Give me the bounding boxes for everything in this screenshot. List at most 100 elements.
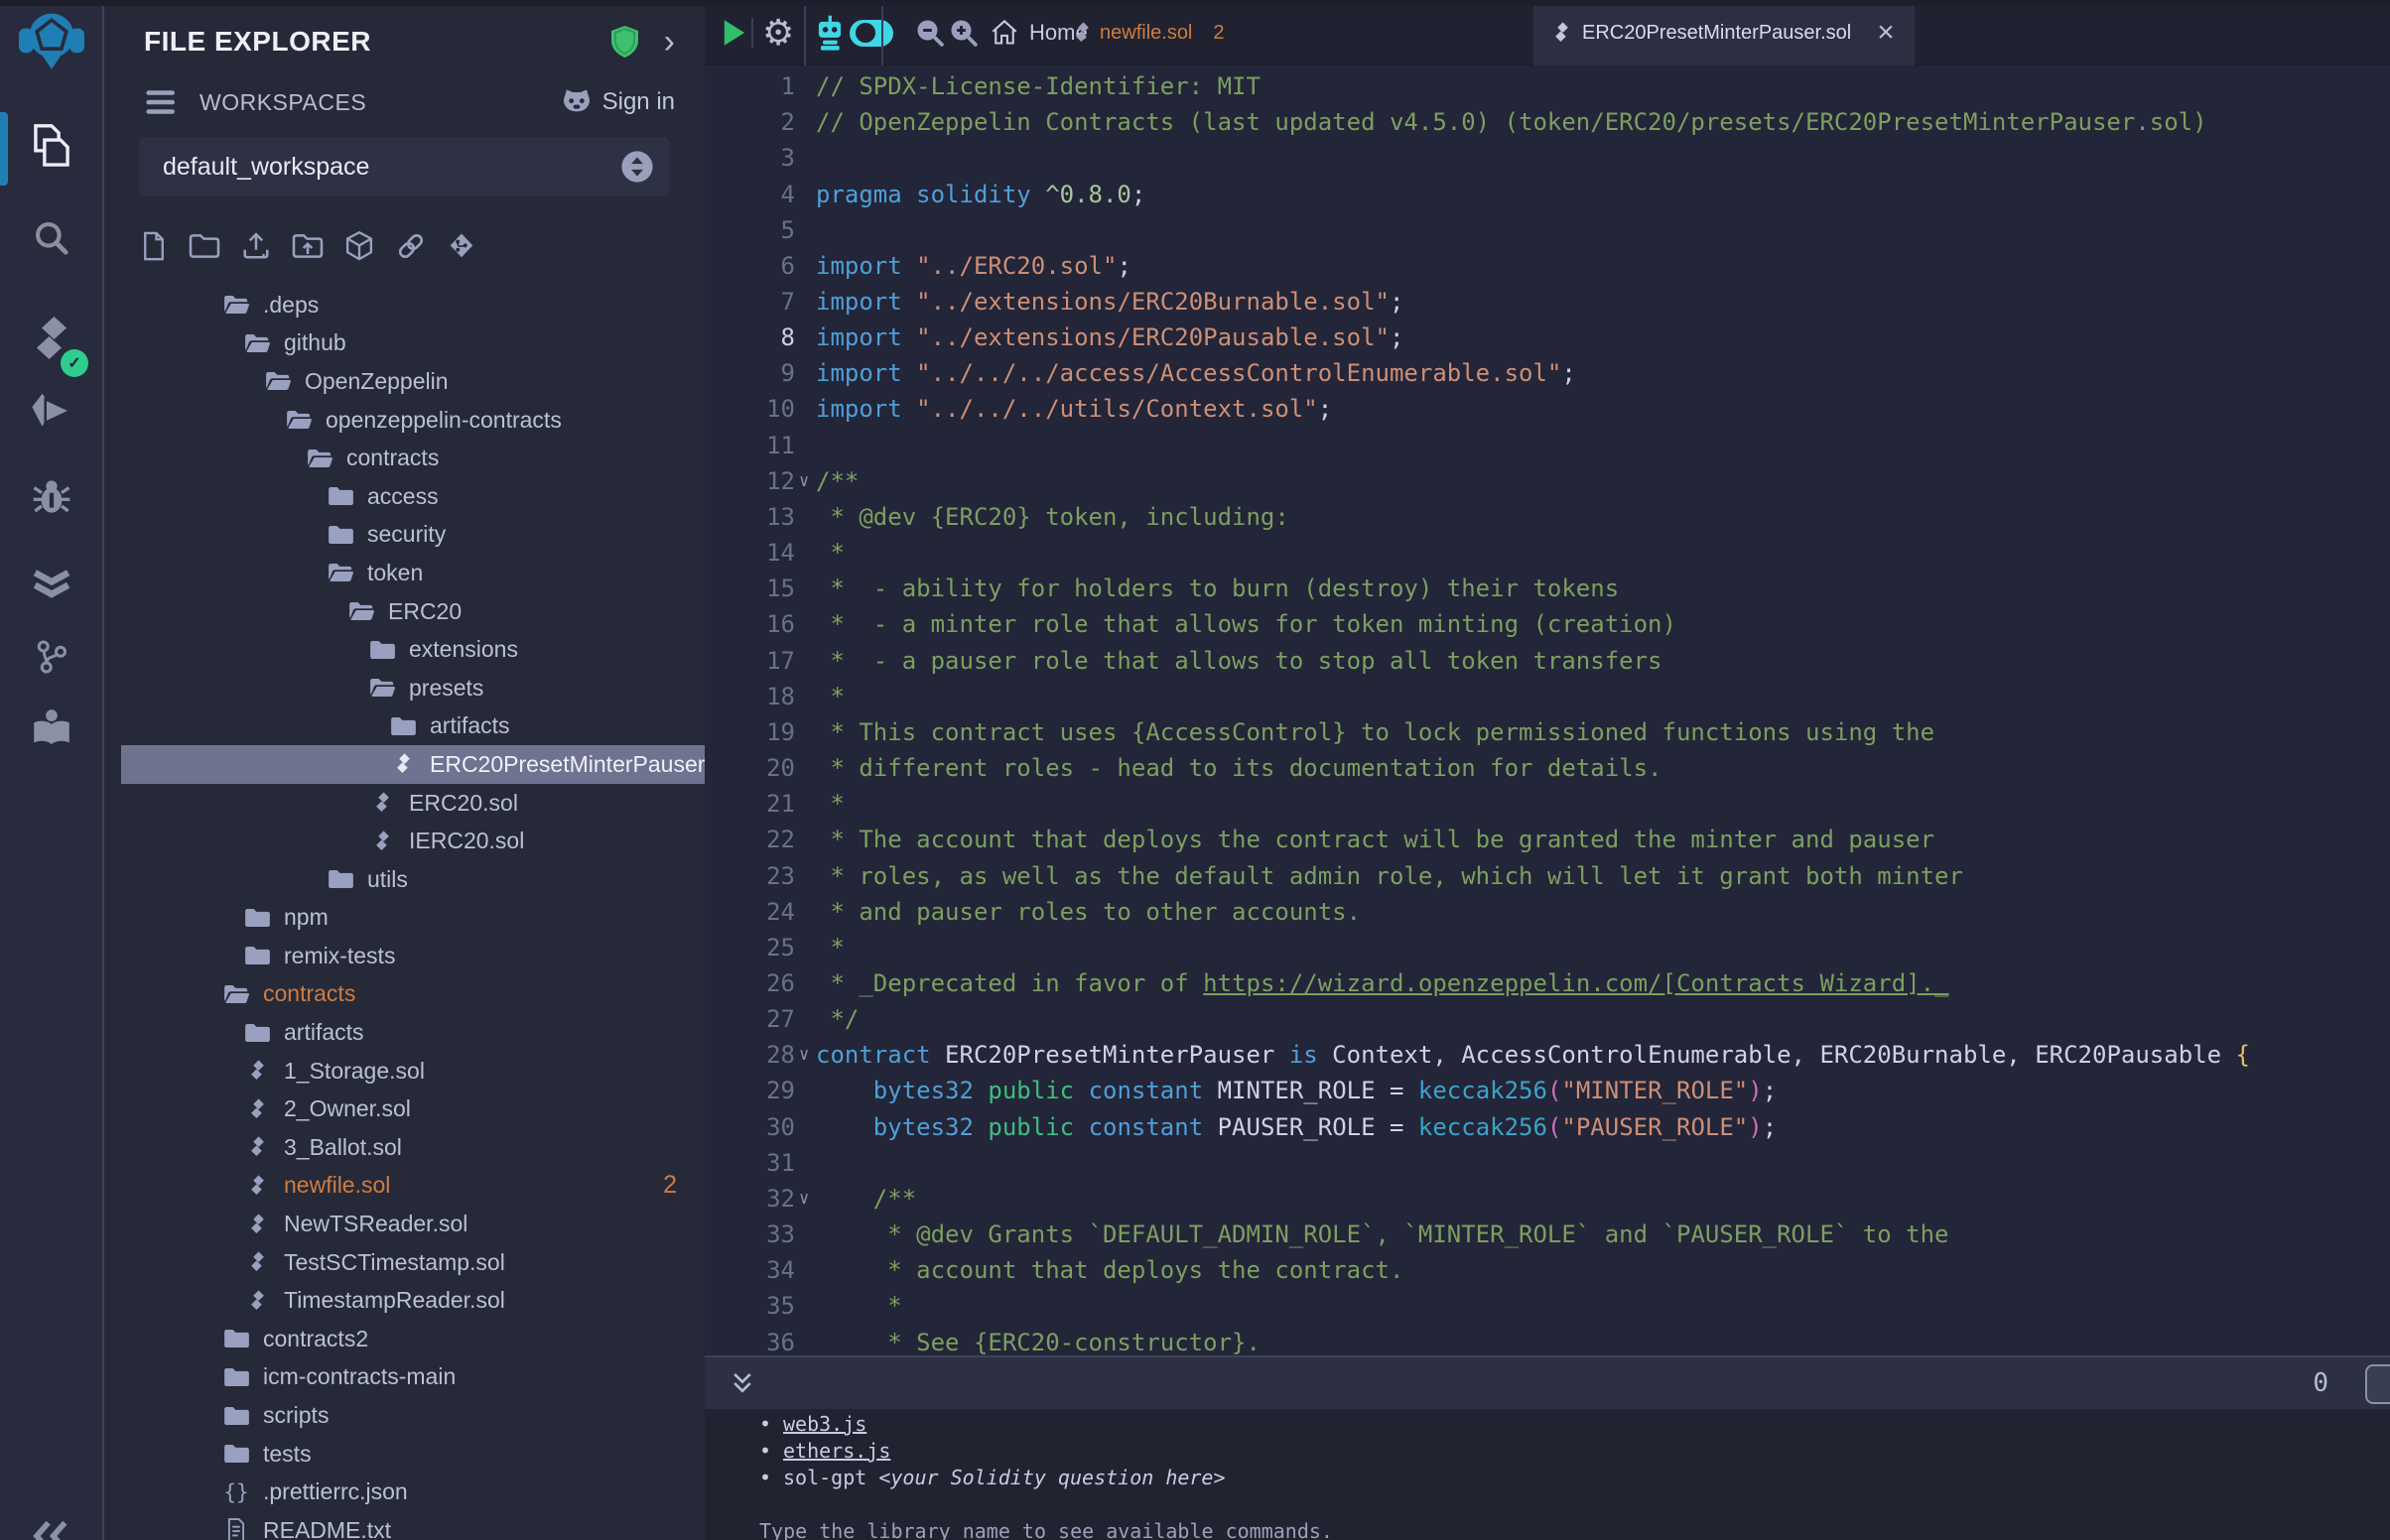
code-line-32[interactable]: 32∨ /** — [705, 1181, 2390, 1217]
code-line-35[interactable]: 35 * — [705, 1288, 2390, 1324]
tree-item-openzeppelin[interactable]: OpenZeppelin — [104, 362, 705, 401]
code-line-4[interactable]: 4pragma solidity ^0.8.0; — [705, 176, 2390, 211]
fold-chevron-icon[interactable]: ∨ — [795, 471, 816, 491]
code-line-10[interactable]: 10import "../../../utils/Context.sol"; — [705, 391, 2390, 427]
tree-item-contracts2[interactable]: contracts2 — [104, 1320, 705, 1358]
code-line-28[interactable]: 28∨contract ERC20PresetMinterPauser is C… — [705, 1037, 2390, 1073]
sign-in-button[interactable]: Sign in — [561, 88, 675, 116]
tree-item-scripts[interactable]: scripts — [104, 1396, 705, 1435]
code-line-17[interactable]: 17 * - a pauser role that allows to stop… — [705, 643, 2390, 679]
code-line-8[interactable]: 8import "../extensions/ERC20Pausable.sol… — [705, 320, 2390, 355]
create-box-icon[interactable] — [344, 231, 374, 261]
code-line-13[interactable]: 13 * @dev {ERC20} token, including: — [705, 499, 2390, 535]
tree-item-extensions[interactable]: extensions — [104, 630, 705, 669]
terminal-listen-checkbox[interactable] — [2365, 1364, 2390, 1404]
code-line-18[interactable]: 18 * — [705, 679, 2390, 714]
code-line-5[interactable]: 5 — [705, 212, 2390, 248]
collapse-terminal-icon[interactable] — [730, 1371, 755, 1395]
code-line-15[interactable]: 15 * - ability for holders to burn (dest… — [705, 571, 2390, 606]
workspace-select[interactable]: default_workspace — [139, 137, 670, 196]
rail-item-file-explorer[interactable] — [0, 121, 102, 177]
link-external-icon[interactable] — [395, 231, 427, 261]
code-line-36[interactable]: 36 * See {ERC20-constructor}. — [705, 1324, 2390, 1355]
tree-item-3-ballot-sol[interactable]: 3_Ballot.sol — [104, 1128, 705, 1167]
tree-item-readme-txt[interactable]: README.txt — [104, 1511, 705, 1540]
tree-item-tests[interactable]: tests — [104, 1435, 705, 1474]
code-line-25[interactable]: 25 * — [705, 930, 2390, 965]
new-folder-icon[interactable] — [189, 232, 220, 260]
tree-item-contracts[interactable]: contracts — [104, 439, 705, 477]
tree-item-ierc20-sol[interactable]: IERC20.sol — [104, 822, 705, 860]
tree-item-npm[interactable]: npm — [104, 899, 705, 938]
code-line-6[interactable]: 6import "../ERC20.sol"; — [705, 248, 2390, 284]
rail-item-bottom-more[interactable] — [0, 1508, 102, 1540]
code-line-3[interactable]: 3 — [705, 140, 2390, 176]
code-line-20[interactable]: 20 * different roles - head to its docum… — [705, 750, 2390, 786]
rail-item-deploy-and-run[interactable] — [0, 383, 102, 439]
terminal-link[interactable]: web3.js — [783, 1412, 866, 1436]
code-line-16[interactable]: 16 * - a minter role that allows for tok… — [705, 606, 2390, 642]
tab-erc20-preset-minter-pauser-sol[interactable]: ERC20PresetMinterPauser.sol × — [1533, 0, 1915, 65]
rail-item-debugger[interactable] — [0, 468, 102, 524]
ai-copilot-toggle[interactable] — [850, 0, 893, 65]
tab-newfile-sol[interactable]: newfile.sol 2 — [1074, 0, 1225, 65]
workspaces-menu-icon[interactable] — [146, 89, 178, 115]
upload-file-icon[interactable] — [241, 231, 271, 261]
tree-item-access[interactable]: access — [104, 477, 705, 516]
tree-item-remix-tests[interactable]: remix-tests — [104, 937, 705, 975]
tree-item-utils[interactable]: utils — [104, 860, 705, 899]
tree-item-newfile-sol[interactable]: newfile.sol2 — [104, 1167, 705, 1206]
upload-folder-icon[interactable] — [292, 232, 324, 260]
code-line-33[interactable]: 33 * @dev Grants `DEFAULT_ADMIN_ROLE`, `… — [705, 1217, 2390, 1252]
expand-panel-chevron-icon[interactable]: › — [664, 32, 675, 52]
tree-item-deps[interactable]: .deps — [104, 286, 705, 324]
run-button[interactable] — [723, 0, 746, 65]
fold-chevron-icon[interactable]: ∨ — [795, 1045, 816, 1065]
tree-item-2-owner-sol[interactable]: 2_Owner.sol — [104, 1090, 705, 1128]
rail-item-solidity-compiler[interactable]: ✓ — [0, 314, 102, 369]
fold-chevron-icon[interactable]: ∨ — [795, 1189, 816, 1209]
code-line-12[interactable]: 12∨/** — [705, 463, 2390, 499]
script-config-gear-icon[interactable]: ⚙ — [762, 0, 794, 65]
tree-item-testsctimestamp-sol[interactable]: TestSCTimestamp.sol — [104, 1243, 705, 1282]
tree-item-github[interactable]: github — [104, 324, 705, 363]
remix-logo-icon[interactable] — [0, 10, 102, 79]
rail-item-learneth[interactable] — [0, 701, 102, 756]
code-line-22[interactable]: 22 * The account that deploys the contra… — [705, 822, 2390, 857]
tree-item-artifacts[interactable]: artifacts — [104, 707, 705, 746]
tree-item-timestampreader-sol[interactable]: TimestampReader.sol — [104, 1281, 705, 1320]
close-tab-icon[interactable]: × — [1877, 23, 1895, 43]
code-line-1[interactable]: 1// SPDX-License-Identifier: MIT — [705, 68, 2390, 104]
rail-item-solidity-unit-testing[interactable] — [0, 556, 102, 611]
ai-copilot-robot-icon[interactable] — [814, 0, 846, 65]
terminal-output[interactable]: •web3.js•ethers.js•sol-gpt <your Solidit… — [705, 1409, 2390, 1540]
tree-item-openzeppelin-contracts[interactable]: openzeppelin-contracts — [104, 401, 705, 440]
code-line-21[interactable]: 21 * — [705, 786, 2390, 822]
tree-item-erc20-sol[interactable]: ERC20.sol — [104, 784, 705, 823]
zoom-out-button[interactable] — [915, 0, 945, 65]
code-line-23[interactable]: 23 * roles, as well as the default admin… — [705, 857, 2390, 893]
code-line-7[interactable]: 7import "../extensions/ERC20Burnable.sol… — [705, 284, 2390, 320]
code-line-24[interactable]: 24 * and pauser roles to other accounts. — [705, 894, 2390, 930]
tree-item-token[interactable]: token — [104, 554, 705, 592]
new-file-icon[interactable] — [140, 231, 168, 261]
clone-git-icon[interactable] — [448, 231, 475, 261]
tree-item-prettierrc-json[interactable]: {}.prettierrc.json — [104, 1473, 705, 1511]
code-line-19[interactable]: 19 * This contract uses {AccessControl} … — [705, 714, 2390, 750]
rail-item-git[interactable] — [0, 629, 102, 685]
code-line-26[interactable]: 26 * _Deprecated in favor of https://wiz… — [705, 965, 2390, 1001]
code-editor[interactable]: 1// SPDX-License-Identifier: MIT2// Open… — [705, 65, 2390, 1355]
tree-item-erc20presetminterpauser[interactable]: ERC20PresetMinterPauser... — [121, 745, 705, 784]
terminal-link[interactable]: ethers.js — [783, 1439, 890, 1463]
code-line-31[interactable]: 31 — [705, 1145, 2390, 1181]
code-line-30[interactable]: 30 bytes32 public constant PAUSER_ROLE =… — [705, 1109, 2390, 1145]
tree-item-newtsreader-sol[interactable]: NewTSReader.sol — [104, 1205, 705, 1243]
rail-item-search[interactable] — [0, 210, 102, 266]
tree-item-1-storage-sol[interactable]: 1_Storage.sol — [104, 1052, 705, 1091]
zoom-in-button[interactable] — [949, 0, 979, 65]
code-line-2[interactable]: 2// OpenZeppelin Contracts (last updated… — [705, 104, 2390, 140]
tree-item-erc20[interactable]: ERC20 — [104, 592, 705, 631]
code-line-14[interactable]: 14 * — [705, 535, 2390, 571]
code-line-34[interactable]: 34 * account that deploys the contract. — [705, 1252, 2390, 1288]
tree-item-contracts[interactable]: contracts — [104, 975, 705, 1014]
